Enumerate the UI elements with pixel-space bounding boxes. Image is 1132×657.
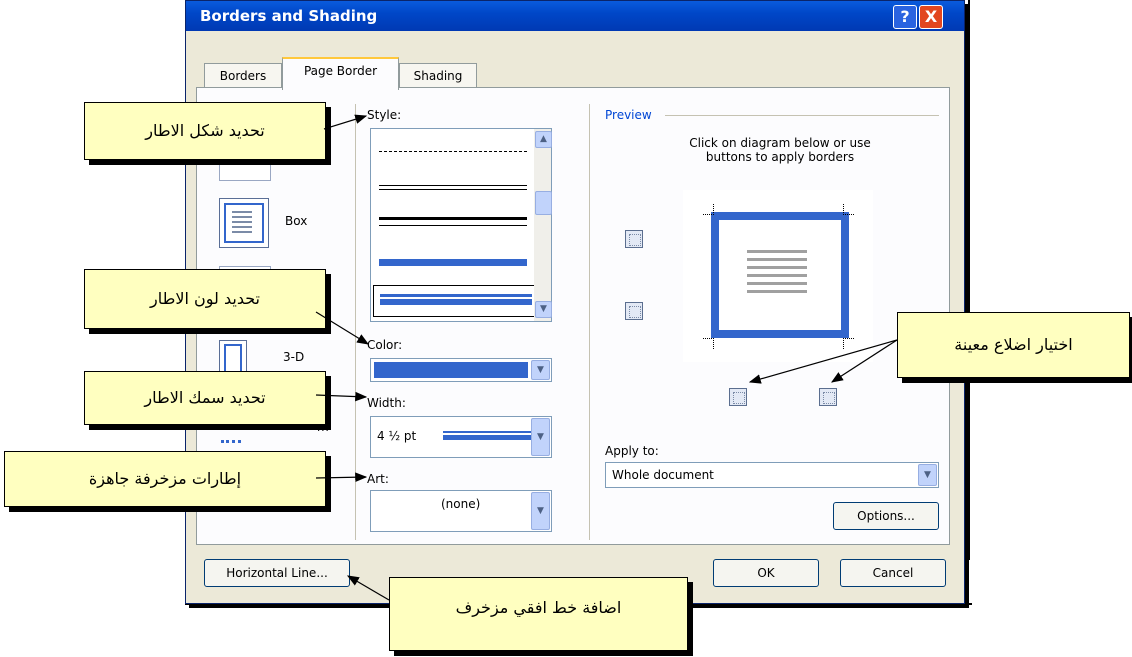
- arrow-sides-left: [748, 339, 898, 384]
- arrow-color: [315, 311, 370, 345]
- arrow-width: [315, 391, 368, 402]
- tab-page-border[interactable]: Page Border: [282, 57, 399, 90]
- callout-arrows: [315, 114, 898, 601]
- arrow-hline: [346, 575, 390, 601]
- arrow-sides-right: [830, 339, 898, 383]
- arrow-style: [323, 114, 368, 130]
- arrow-art: [315, 472, 368, 483]
